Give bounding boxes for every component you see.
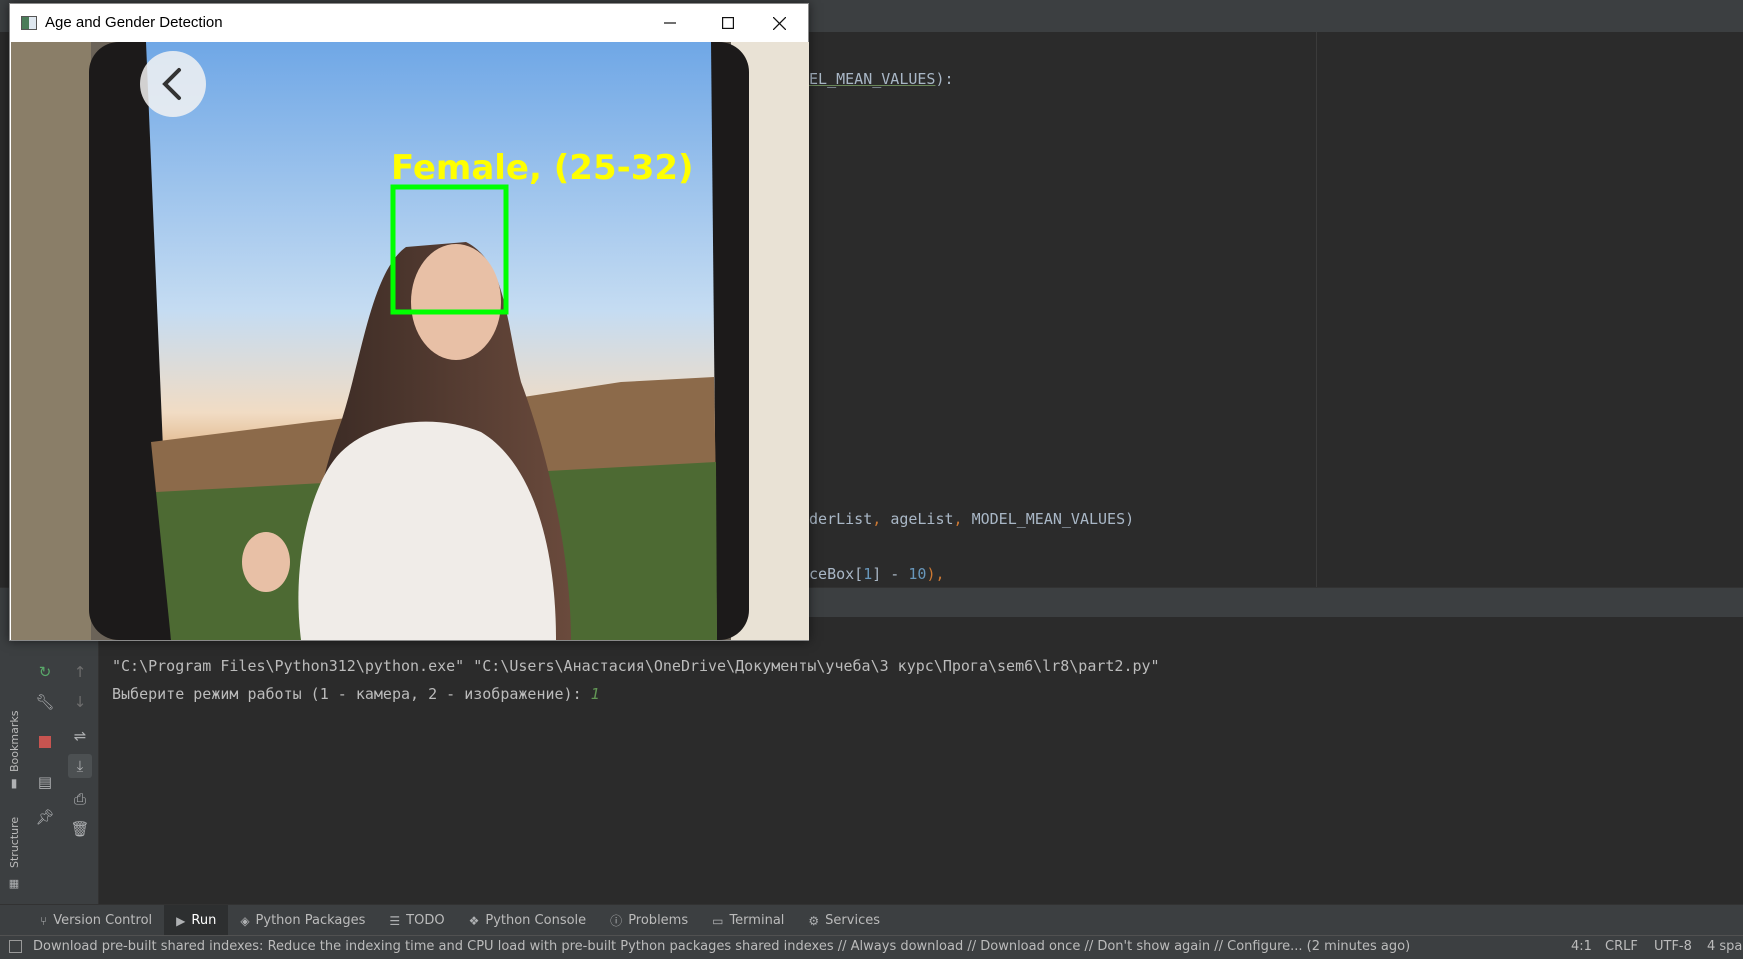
print-icon[interactable]: ⎙: [70, 789, 90, 809]
arrow-up-icon[interactable]: ↑: [70, 662, 90, 682]
tab-problems[interactable]: ⓘ Problems: [598, 905, 700, 936]
code-token: 10: [908, 565, 927, 583]
code-token: aceBox[: [800, 565, 864, 583]
pin-icon[interactable]: 📌︎: [35, 807, 55, 827]
back-button: [140, 51, 206, 117]
hand: [242, 532, 290, 592]
left-tool-stripe: Bookmarks ▮ Structure ▦: [0, 617, 29, 904]
run-actions-column: ↻ 🔧︎ ▤ 📌︎: [28, 617, 63, 904]
window-title: Age and Gender Detection: [45, 14, 223, 31]
scroll-to-end-icon[interactable]: ⤓: [68, 754, 92, 778]
list-icon: ☰: [389, 913, 401, 928]
tab-python-console[interactable]: ❖ Python Console: [457, 905, 599, 936]
wall-left: [11, 42, 91, 640]
terminal-icon: ▭: [712, 913, 724, 928]
tab-python-packages[interactable]: ◈ Python Packages: [228, 905, 377, 936]
status-message[interactable]: Download pre-built shared indexes: Reduc…: [33, 939, 1410, 954]
tab-todo[interactable]: ☰ TODO: [377, 905, 456, 936]
tab-terminal[interactable]: ▭ Terminal: [700, 905, 796, 936]
caret-position[interactable]: 4:1: [1571, 939, 1592, 954]
code-line-1: DEL_MEAN_VALUES):: [800, 70, 954, 88]
code-line-3: aceBox[1] - 10),: [800, 565, 945, 583]
trash-icon[interactable]: 🗑︎: [70, 819, 90, 839]
toggle-panels-icon[interactable]: [9, 940, 22, 953]
close-button[interactable]: [750, 4, 808, 42]
console-actions-column: ↑ ↓ ⇌ ⤓ ⎙ 🗑︎: [62, 617, 99, 904]
tab-label: Version Control: [53, 913, 153, 928]
tab-label: Services: [825, 913, 880, 928]
console-command-line: "C:\Program Files\Python312\python.exe" …: [112, 657, 1160, 675]
run-icon: ▶: [176, 913, 186, 928]
minimize-icon: [664, 22, 676, 24]
services-icon: ⚙: [808, 913, 820, 928]
tab-label: Python Packages: [255, 913, 366, 928]
tab-label: Run: [191, 913, 217, 928]
tab-services[interactable]: ⚙ Services: [796, 905, 892, 936]
status-bar: Download pre-built shared indexes: Reduc…: [0, 935, 1743, 959]
line-separator[interactable]: CRLF: [1605, 939, 1638, 954]
window-title-bar[interactable]: Age and Gender Detection: [10, 4, 808, 42]
bookmark-icon: ▮: [10, 776, 18, 790]
bookmarks-tab[interactable]: Bookmarks: [8, 711, 21, 772]
close-icon: [772, 16, 786, 30]
tab-label: Terminal: [729, 913, 785, 928]
app-icon: [21, 16, 37, 30]
code-token: ageList: [890, 510, 954, 528]
tab-label: Python Console: [485, 913, 587, 928]
detection-window[interactable]: Age and Gender Detection Female, (25-32): [9, 3, 809, 641]
soft-wrap-icon[interactable]: ⇌: [70, 726, 90, 746]
arrow-down-icon[interactable]: ↓: [70, 692, 90, 712]
code-token: 1: [863, 565, 873, 583]
bottom-tool-tabs: ⑂ Version Control ▶ Run ◈ Python Packages ☰…: [0, 904, 1743, 936]
layout-icon[interactable]: ▤: [35, 772, 55, 792]
tab-label: TODO: [406, 913, 445, 928]
maximize-button[interactable]: [699, 4, 757, 42]
editor-right-margin: [1316, 32, 1317, 587]
camera-frame-image: Female, (25-32): [11, 42, 809, 640]
console-prompt-line: Выберите режим работы (1 - камера, 2 - и…: [112, 685, 600, 703]
console-user-input: 1: [590, 685, 600, 703]
rerun-icon[interactable]: ↻: [35, 662, 55, 682]
console-prompt: Выберите режим работы (1 - камера, 2 - и…: [112, 685, 591, 703]
branch-icon: ⑂: [40, 913, 48, 928]
layers-icon: ◈: [240, 913, 250, 928]
code-token: ):: [935, 70, 954, 88]
tab-run[interactable]: ▶ Run: [164, 905, 229, 936]
code-token: MODEL_MEAN_VALUES): [971, 510, 1135, 528]
indent-setting[interactable]: 4 spa: [1707, 939, 1742, 954]
stop-icon[interactable]: [35, 732, 55, 752]
code-token: ),: [926, 565, 945, 583]
code-token: nderList: [800, 510, 873, 528]
info-icon: ⓘ: [610, 914, 623, 928]
file-encoding[interactable]: UTF-8: [1654, 939, 1692, 954]
face: [411, 244, 501, 360]
code-token: DEL_MEAN_VALUES: [800, 70, 936, 88]
python-icon: ❖: [468, 913, 480, 928]
code-token: ,: [872, 510, 891, 528]
wrench-icon[interactable]: 🔧︎: [35, 692, 55, 712]
tab-version-control[interactable]: ⑂ Version Control: [28, 905, 164, 936]
code-token: ,: [953, 510, 972, 528]
structure-tab[interactable]: Structure: [8, 817, 21, 868]
code-line-2: nderList, ageList, MODEL_MEAN_VALUES): [800, 510, 1134, 528]
maximize-icon: [722, 17, 734, 29]
tab-label: Problems: [628, 913, 689, 928]
structure-icon: ▦: [8, 876, 20, 890]
detection-label: Female, (25-32): [391, 148, 694, 188]
camera-frame: Female, (25-32): [11, 42, 809, 640]
minimize-button[interactable]: [641, 4, 699, 42]
code-token: ] -: [872, 565, 909, 583]
